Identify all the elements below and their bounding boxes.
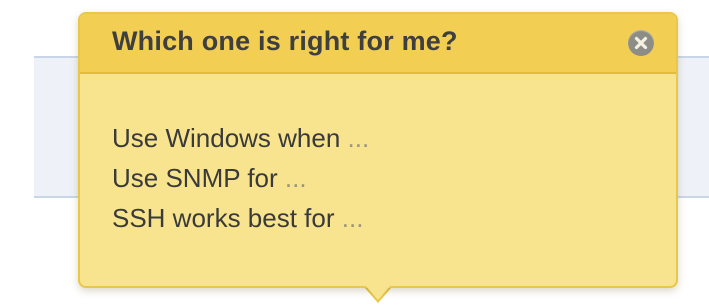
snmp-line-text: Use SNMP for (112, 163, 278, 193)
snmp-line: Use SNMP for ... (112, 158, 369, 198)
popover-body: Use Windows when ... Use SNMP for ... SS… (112, 118, 369, 238)
popover-title: Which one is right for me? (112, 26, 458, 56)
ssh-line-ellipsis: ... (341, 203, 364, 233)
help-popover: Which one is right for me? Use Windows w… (78, 12, 678, 288)
close-button[interactable] (628, 30, 654, 56)
windows-line-text: Use Windows when (112, 123, 341, 153)
snmp-line-ellipsis: ... (284, 163, 307, 193)
ssh-line: SSH works best for ... (112, 198, 369, 238)
ssh-line-text: SSH works best for (112, 203, 335, 233)
popover-header: Which one is right for me? (80, 14, 676, 74)
windows-line: Use Windows when ... (112, 118, 369, 158)
close-icon (634, 36, 648, 50)
windows-line-ellipsis: ... (347, 123, 370, 153)
screen: Which one is right for me? Use Windows w… (0, 0, 709, 307)
popover-pointer (366, 286, 390, 300)
